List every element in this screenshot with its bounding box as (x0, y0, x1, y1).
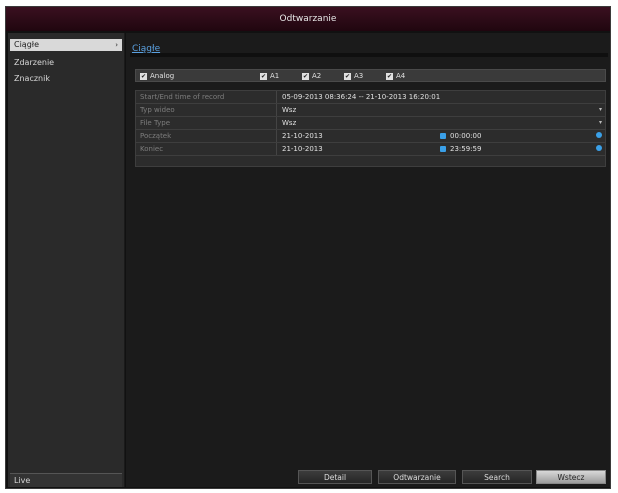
checkbox-a1[interactable]: ✔ A1 (260, 72, 279, 81)
record-range-label: Start/End time of record (140, 93, 225, 101)
checkbox-a2[interactable]: ✔ A2 (302, 72, 321, 81)
action-bar: Detail Odtwarzanie Search Wstecz (126, 465, 610, 487)
sidebar-item-label: Ciągłe (14, 40, 39, 49)
sidebar-item-event[interactable]: Zdarzenie (10, 57, 122, 69)
table-row-start: Początek 21-10-2013 00:00:00 (136, 130, 605, 143)
detail-button[interactable]: Detail (298, 470, 372, 484)
checkbox-a4[interactable]: ✔ A4 (386, 72, 405, 81)
video-type-select[interactable]: Wsz (282, 106, 296, 114)
sidebar-item-tag[interactable]: Znacznik (10, 73, 122, 85)
start-time-field[interactable]: 00:00:00 (450, 132, 481, 140)
channel-checkbox-row: ✔ Analog ✔ A1 ✔ A2 ✔ A3 ✔ A4 (135, 69, 606, 82)
live-button[interactable]: Live (10, 473, 122, 487)
clock-icon (440, 133, 446, 139)
checkbox-checked-icon: ✔ (344, 72, 351, 80)
checkbox-checked-icon: ✔ (302, 72, 309, 80)
sidebar: Ciągłe › Zdarzenie Znacznik Live (8, 33, 125, 487)
search-button[interactable]: Search (462, 470, 532, 484)
video-type-label: Typ wideo (140, 106, 175, 114)
checkbox-checked-icon: ✔ (140, 72, 147, 80)
file-type-label: File Type (140, 119, 171, 127)
checkbox-checked-icon: ✔ (260, 72, 267, 80)
sidebar-item-continuous[interactable]: Ciągłe › (10, 39, 122, 51)
table-row-end: Koniec 21-10-2013 23:59:59 (136, 143, 605, 156)
table-row-record-range: Start/End time of record 05-09-2013 08:3… (136, 91, 605, 104)
playback-button[interactable]: Odtwarzanie (378, 470, 456, 484)
sidebar-item-label: Zdarzenie (14, 58, 55, 67)
checkbox-a3[interactable]: ✔ A3 (344, 72, 363, 81)
clock-icon (440, 146, 446, 152)
start-date-field[interactable]: 21-10-2013 (282, 132, 323, 140)
sidebar-item-label: Znacznik (14, 74, 50, 83)
main-panel: Ciągłe ✔ Analog ✔ A1 ✔ A2 ✔ A3 ✔ A4 Start/End… (126, 33, 610, 487)
chevron-right-icon: › (115, 41, 118, 49)
checkbox-analog[interactable]: ✔ Analog (140, 72, 174, 81)
calendar-icon[interactable] (596, 132, 602, 138)
end-label: Koniec (140, 145, 164, 153)
dropdown-arrow-icon[interactable]: ▾ (599, 106, 602, 113)
end-date-field[interactable]: 21-10-2013 (282, 145, 323, 153)
end-time-field[interactable]: 23:59:59 (450, 145, 481, 153)
section-divider (130, 53, 608, 57)
file-type-select[interactable]: Wsz (282, 119, 296, 127)
back-button[interactable]: Wstecz (536, 470, 606, 484)
search-parameters-table: Start/End time of record 05-09-2013 08:3… (135, 90, 606, 167)
dvr-window: Odtwarzanie Ciągłe › Zdarzenie Znacznik … (5, 6, 611, 489)
table-row-video-type[interactable]: Typ wideo Wsz ▾ (136, 104, 605, 117)
dropdown-arrow-icon[interactable]: ▾ (599, 119, 602, 126)
calendar-icon[interactable] (596, 145, 602, 151)
record-range-value: 05-09-2013 08:36:24 -- 21-10-2013 16:20:… (282, 93, 441, 101)
window-title: Odtwarzanie (6, 7, 610, 31)
table-row-file-type[interactable]: File Type Wsz ▾ (136, 117, 605, 130)
start-label: Początek (140, 132, 172, 140)
checkbox-checked-icon: ✔ (386, 72, 393, 80)
